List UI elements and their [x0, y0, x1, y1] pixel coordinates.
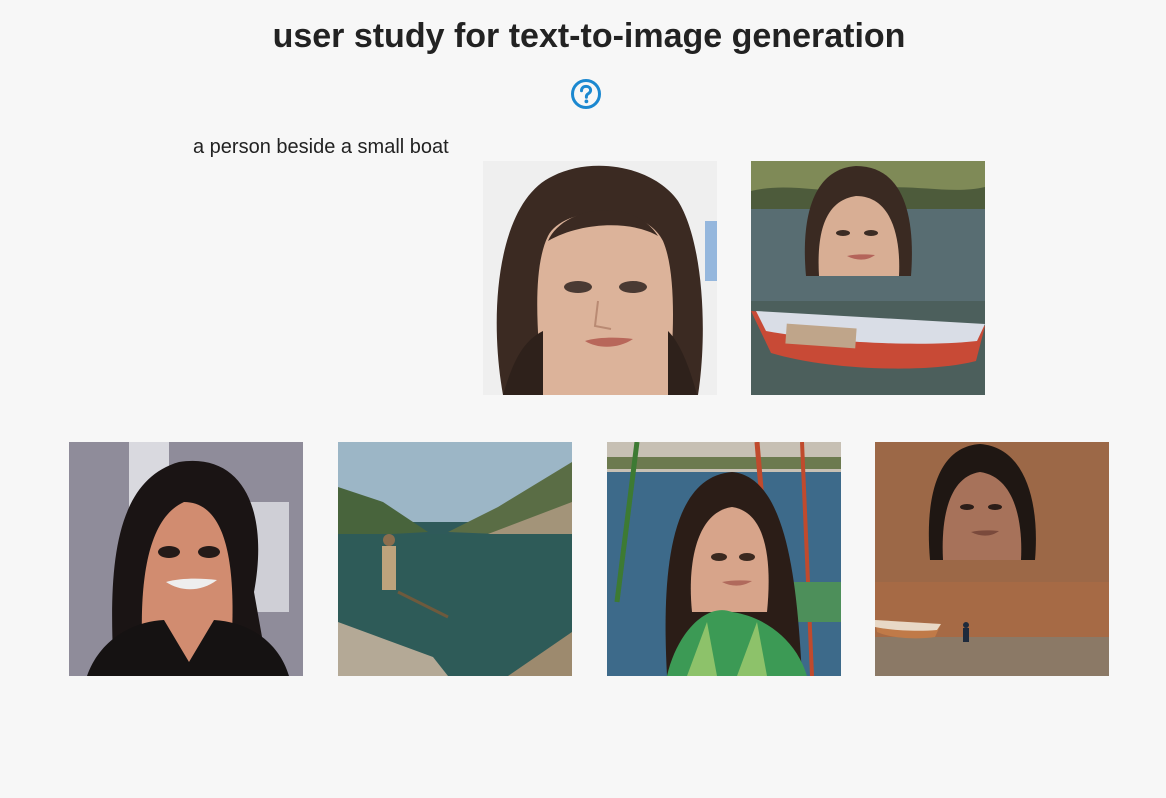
page-title: user study for text-to-image generation [272, 17, 906, 55]
prompt-text: a person beside a small boat [193, 136, 449, 158]
candidate-image-3[interactable] [607, 442, 841, 676]
candidate-image-2[interactable] [338, 442, 572, 676]
reference-composite-image [751, 161, 985, 395]
reference-face-image [483, 161, 717, 395]
question-circle-icon[interactable] [570, 78, 602, 110]
candidate-image-1[interactable] [69, 442, 303, 676]
candidate-image-4[interactable] [875, 442, 1109, 676]
user-study-page: user study for text-to-image generation … [0, 0, 1166, 798]
